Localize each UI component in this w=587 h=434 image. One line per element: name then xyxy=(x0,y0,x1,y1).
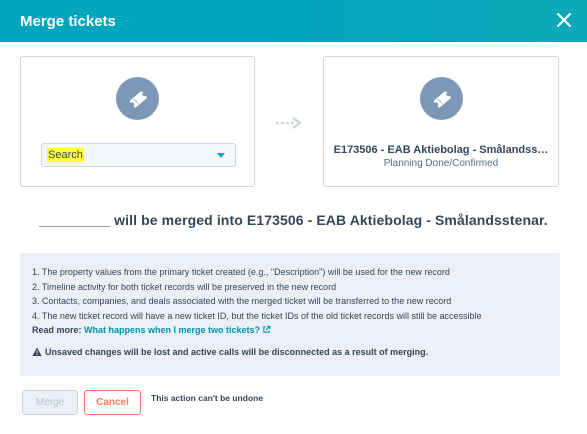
dialog-header: Merge tickets xyxy=(0,0,587,42)
read-more-label: Read more: xyxy=(32,325,82,335)
ticket-icon xyxy=(420,77,463,120)
search-select-value: Search xyxy=(47,148,84,162)
warning-text: Unsaved changes will be lost and active … xyxy=(45,346,429,357)
merge-summary-text: _________ will be merged into E173506 - … xyxy=(39,212,548,228)
read-more-row: Read more: What happens when I merge two… xyxy=(32,323,548,338)
read-more-link[interactable]: What happens when I merge two tickets? xyxy=(84,325,271,335)
close-icon[interactable] xyxy=(555,11,573,29)
chevron-down-icon xyxy=(217,153,225,158)
info-line: 3. Contacts, companies, and deals associ… xyxy=(32,296,452,306)
warning-icon xyxy=(32,347,42,356)
cancel-button[interactable]: Cancel xyxy=(84,390,141,415)
undo-note: This action can't be undone xyxy=(151,393,264,403)
info-line: 1. The property values from the primary … xyxy=(32,267,450,277)
external-link-icon xyxy=(263,325,271,333)
merge-button[interactable]: Merge xyxy=(22,390,78,415)
primary-ticket-card: E173506 - EAB Aktiebolag - Smålandss… Pl… xyxy=(323,56,559,187)
read-more-link-text: What happens when I merge two tickets? xyxy=(84,325,261,335)
arrow-right-icon xyxy=(276,116,302,130)
merge-warning: Unsaved changes will be lost and active … xyxy=(32,347,548,357)
primary-ticket-status: Planning Done/Confirmed xyxy=(383,158,499,169)
info-line: 2. Timeline activity for both ticket rec… xyxy=(32,281,337,292)
merge-info-box: 1. The property values from the primary … xyxy=(20,253,560,376)
ticket-search-select[interactable]: Search xyxy=(41,143,236,167)
ticket-icon xyxy=(116,77,159,120)
info-line: 4. The new ticket record will have a new… xyxy=(32,310,482,321)
dialog-title: Merge tickets xyxy=(20,12,116,30)
secondary-ticket-card: Search xyxy=(20,56,255,187)
primary-ticket-title: E173506 - EAB Aktiebolag - Smålandss… xyxy=(333,144,549,156)
